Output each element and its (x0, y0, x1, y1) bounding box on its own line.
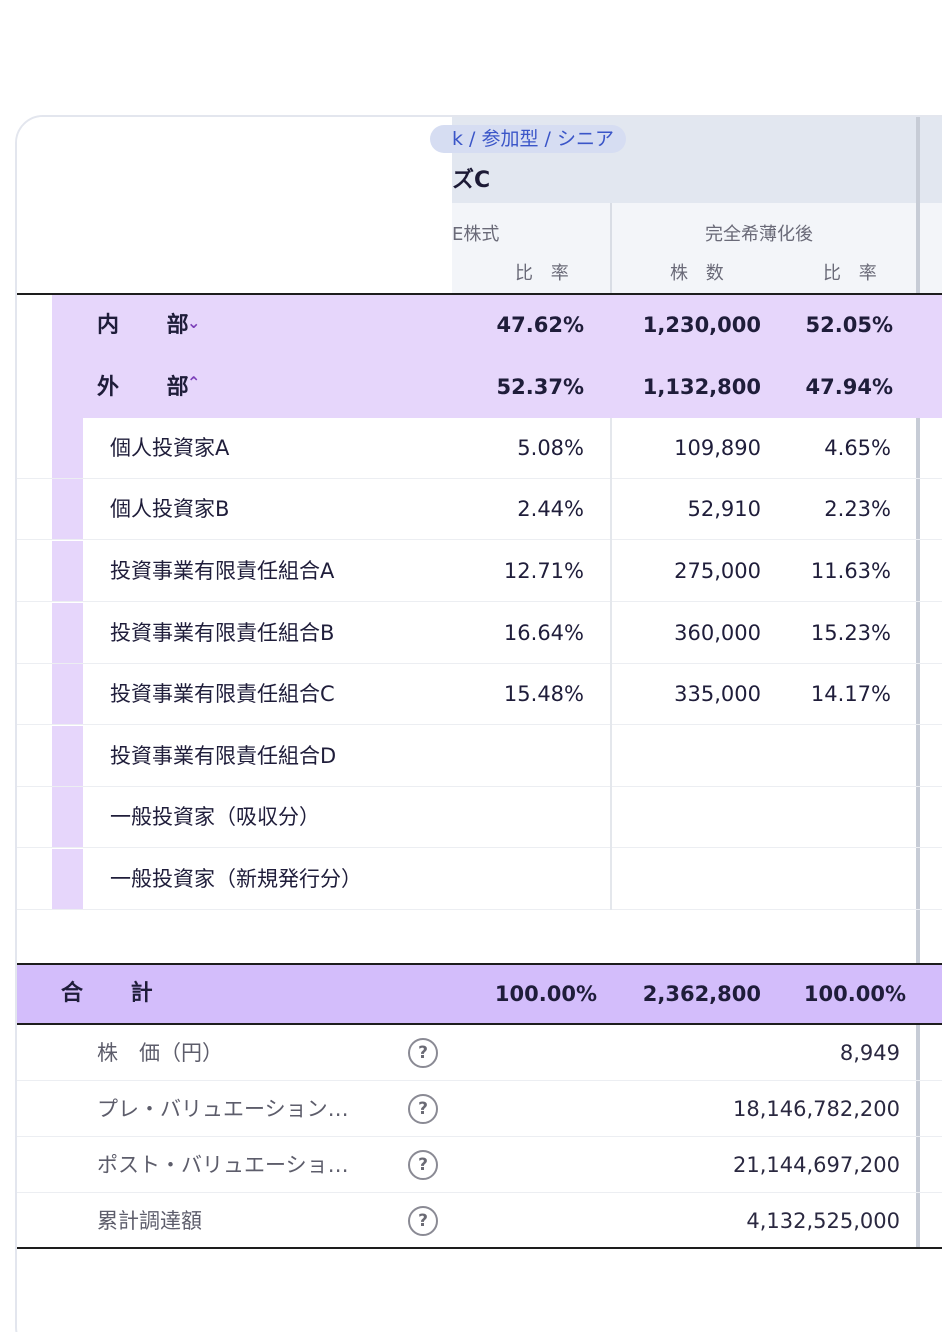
column-group-fully-diluted-label: 完全希薄化後 (705, 224, 813, 245)
ratio-cell: 15.48% (503, 682, 584, 706)
metric-label: ポスト・バリュエーショ… (97, 1153, 349, 1177)
row-indent-accent (52, 541, 83, 601)
help-icon[interactable]: ? (408, 1094, 438, 1124)
shareholder-name: 投資事業有限責任組合C (110, 682, 335, 706)
row-indent-accent (52, 787, 83, 847)
help-icon[interactable]: ? (408, 1150, 438, 1180)
chevron-up-icon[interactable]: ⌃ (187, 373, 200, 392)
help-icon[interactable]: ? (408, 1038, 438, 1068)
table-row[interactable]: 個人投資家B 2.44% 52,910 2.23% (17, 479, 942, 540)
column-group-shares-label: E株式 (452, 224, 500, 245)
help-icon[interactable]: ? (408, 1206, 438, 1236)
shareholder-name: 投資事業有限責任組合A (110, 559, 335, 583)
column-diluted-ratio-header: 比 率 (823, 263, 883, 284)
series-tag-chip[interactable]: k / 参加型 / シニア (430, 125, 626, 153)
shares-cell: 1,230,000 (642, 313, 761, 337)
ratio-cell: 47.62% (496, 313, 584, 337)
metric-row-share-price: 株 価（円） ? 8,949 (17, 1025, 942, 1081)
column-ratio-header: 比 率 (515, 263, 575, 284)
shares-cell: 335,000 (674, 682, 761, 706)
diluted-ratio-cell: 2.23% (824, 497, 891, 521)
diluted-ratio-cell: 4.65% (824, 436, 891, 460)
row-indent-accent (52, 664, 83, 724)
row-indent-accent (52, 418, 83, 478)
metric-row-total-raised: 累計調達額 ? 4,132,525,000 (17, 1193, 942, 1249)
row-indent-accent (52, 603, 83, 663)
metric-value: 8,949 (839, 1041, 900, 1065)
table-row[interactable]: 一般投資家（新規発行分） (17, 849, 942, 910)
metric-row-pre-valuation: プレ・バリュエーション… ? 18,146,782,200 (17, 1081, 942, 1137)
column-shares-header: 株 数 (670, 263, 730, 284)
total-label: 合 計 (61, 981, 173, 1006)
row-indent-accent (52, 726, 83, 786)
group-row-external[interactable]: 外 部 ⌃ 52.37% 1,132,800 47.94% (52, 357, 942, 418)
diluted-ratio-cell: 14.17% (810, 682, 891, 706)
shares-cell: 1,132,800 (642, 375, 761, 399)
shares-cell: 275,000 (674, 559, 761, 583)
metric-label: プレ・バリュエーション… (97, 1097, 349, 1121)
shareholder-name: 投資事業有限責任組合B (110, 621, 335, 645)
row-indent-accent (52, 849, 83, 909)
metric-value: 18,146,782,200 (733, 1097, 900, 1121)
group-row-internal[interactable]: 内 部 ⌄ 47.62% 1,230,000 52.05% (52, 295, 942, 357)
diluted-ratio-cell: 11.63% (810, 559, 891, 583)
table-row[interactable]: 一般投資家（吸収分） (17, 787, 942, 848)
ratio-cell: 12.71% (503, 559, 584, 583)
total-ratio-cell: 100.00% (494, 982, 597, 1006)
table-row[interactable]: 投資事業有限責任組合B 16.64% 360,000 15.23% (17, 603, 942, 664)
row-indent-accent (52, 479, 83, 539)
shares-cell: 360,000 (674, 621, 761, 645)
shareholder-name: 個人投資家B (110, 497, 230, 521)
diluted-ratio-cell: 15.23% (810, 621, 891, 645)
body-column-divider (610, 418, 612, 910)
shares-cell: 109,890 (674, 436, 761, 460)
shareholder-name: 一般投資家（新規発行分） (110, 867, 362, 891)
ratio-cell: 52.37% (496, 375, 584, 399)
metric-value: 21,144,697,200 (733, 1153, 900, 1177)
table-row[interactable]: 投資事業有限責任組合A 12.71% 275,000 11.63% (17, 541, 942, 602)
ratio-cell: 16.64% (503, 621, 584, 645)
total-shares-cell: 2,362,800 (642, 982, 761, 1006)
table-row[interactable]: 投資事業有限責任組合D (17, 726, 942, 787)
diluted-ratio-cell: 47.94% (805, 375, 893, 399)
table-bottom-rule (17, 1247, 942, 1249)
ratio-cell: 5.08% (517, 436, 584, 460)
ratio-cell: 2.44% (517, 497, 584, 521)
shares-cell: 52,910 (687, 497, 761, 521)
header-column-divider (610, 203, 612, 293)
total-row: 合 計 100.00% 2,362,800 100.00% (17, 963, 942, 1025)
shareholder-name: 一般投資家（吸収分） (110, 805, 320, 829)
shareholder-name: 個人投資家A (110, 436, 230, 460)
chevron-down-icon[interactable]: ⌄ (187, 313, 200, 332)
header-left-blank (17, 117, 452, 293)
metric-label: 累計調達額 (97, 1209, 202, 1233)
diluted-ratio-cell: 52.05% (805, 313, 893, 337)
series-title: ズC (452, 168, 491, 193)
metric-value: 4,132,525,000 (746, 1209, 900, 1233)
table-row[interactable]: 投資事業有限責任組合C 15.48% 335,000 14.17% (17, 664, 942, 725)
metric-label: 株 価（円） (97, 1041, 223, 1065)
shareholder-name: 投資事業有限責任組合D (110, 744, 337, 768)
metric-row-post-valuation: ポスト・バリュエーショ… ? 21,144,697,200 (17, 1137, 942, 1193)
table-row[interactable]: 個人投資家A 5.08% 109,890 4.65% (17, 418, 942, 479)
total-diluted-ratio-cell: 100.00% (803, 982, 906, 1006)
